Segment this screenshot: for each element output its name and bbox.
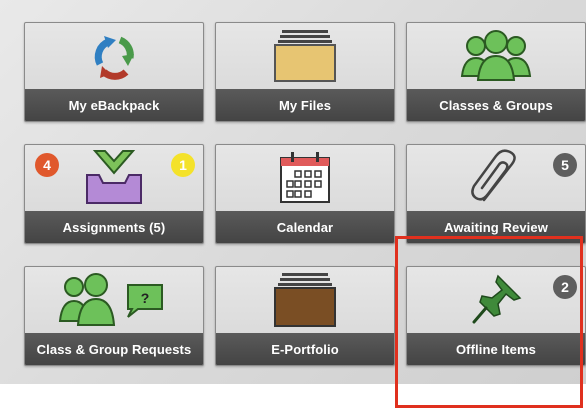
tile-classes-groups[interactable]: Classes & Groups	[406, 22, 586, 122]
tile-e-portfolio[interactable]: E-Portfolio	[215, 266, 395, 366]
badge-count: 4	[35, 153, 59, 177]
badge-count: 5	[553, 153, 577, 177]
tile-calendar[interactable]: Calendar	[215, 144, 395, 244]
tile-label: Assignments (5)	[25, 211, 203, 243]
tile-class-group-requests[interactable]: ? Class & Group Requests	[24, 266, 204, 366]
tile-my-files[interactable]: My Files	[215, 22, 395, 122]
tile-offline-items[interactable]: 2 Offline Items	[406, 266, 586, 366]
badge-count: 2	[553, 275, 577, 299]
folder-stack-icon	[216, 23, 394, 89]
badge-count: 1	[171, 153, 195, 177]
tile-label: Class & Group Requests	[25, 333, 203, 365]
tile-label: Offline Items	[407, 333, 585, 365]
tile-label: Classes & Groups	[407, 89, 585, 121]
dashboard-panel: My eBackpack My Files Classes & Groups 4…	[0, 0, 586, 384]
calendar-icon	[216, 145, 394, 211]
tile-my-ebackpack[interactable]: My eBackpack	[24, 22, 204, 122]
tile-label: Calendar	[216, 211, 394, 243]
ebackpack-recycle-icon	[25, 23, 203, 89]
tile-label: My Files	[216, 89, 394, 121]
tile-label: E-Portfolio	[216, 333, 394, 365]
tile-assignments[interactable]: 4 1 Assignments (5)	[24, 144, 204, 244]
svg-text:?: ?	[141, 290, 150, 306]
tile-awaiting-review[interactable]: 5 Awaiting Review	[406, 144, 586, 244]
portfolio-folder-icon	[216, 267, 394, 333]
group-question-icon: ?	[25, 267, 203, 333]
tile-label: Awaiting Review	[407, 211, 585, 243]
group-people-icon	[407, 23, 585, 89]
tile-label: My eBackpack	[25, 89, 203, 121]
